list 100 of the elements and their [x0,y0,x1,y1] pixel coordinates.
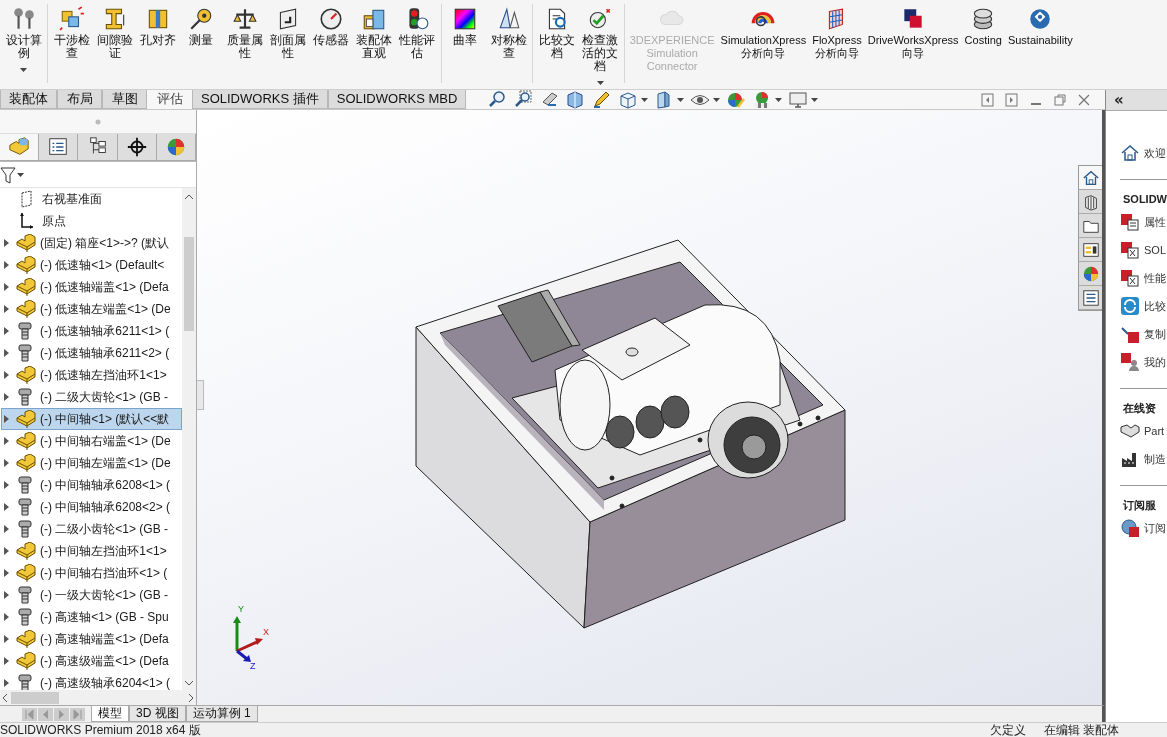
tree-label: (-) 低速轴端盖<1> (Defa [40,278,169,296]
section-title: SOLIDW [1123,192,1167,207]
tab[interactable]: SOLIDWORKS MBD [327,90,467,109]
palette-icon [1082,240,1100,259]
ribbon-button[interactable]: 性能评估 [395,4,439,62]
tree-item[interactable]: (-) 低速轴端盖<1> (Defa [1,276,182,298]
tree-item[interactable]: (-) 中间轴右挡油环<1> ( [1,562,182,584]
tree-item[interactable]: (-) 低速轴左挡油环1<1> [1,364,182,386]
caret-icon [775,97,783,102]
tree-label: (-) 二级大齿轮<1> (GB - [40,388,168,406]
task-link[interactable]: 属性 [1144,214,1166,230]
task-link[interactable]: 订阅 [1144,520,1166,536]
task-pane-tab[interactable] [1079,166,1102,190]
panel-tab[interactable] [78,134,118,161]
tree-item[interactable]: (-) 低速轴<1> (Default< [1,254,182,276]
block-icon [16,256,36,274]
close-icon[interactable] [1077,92,1091,107]
tab[interactable]: 布局 [57,90,102,109]
tab[interactable]: 运动算例 1 [185,706,258,722]
ribbon-button[interactable]: 比较文档 [535,4,579,62]
ribbon-button[interactable]: 测量 [179,4,223,49]
ribbon-button[interactable]: 装配体直观 [352,4,396,62]
scroll-down-icon[interactable] [185,681,193,686]
tree-item[interactable]: 原点 [15,210,182,232]
ribbon-button[interactable]: 剖面属性 [266,4,310,62]
tree-item[interactable]: (-) 二级大齿轮<1> (GB - [1,386,182,408]
block-icon [16,300,36,318]
tree-label: (-) 高速轴端盖<1> (Defa [40,630,169,648]
ribbon-button[interactable]: 设计算例 [2,4,46,74]
expand-arrow-icon [4,657,9,665]
tab[interactable]: 3D 视图 [129,706,186,722]
ribbon-button[interactable]: 曲率 [443,4,488,49]
tree-item[interactable]: (-) 中间轴轴承6208<2> ( [1,496,182,518]
tree-item[interactable]: (-) 高速级轴承6204<1> ( [1,672,182,690]
scroll-right-icon[interactable] [189,693,194,702]
ribbon-button[interactable]: 孔对齐 [136,4,180,49]
filter-icon[interactable] [0,165,16,184]
color-sphere-icon[interactable] [726,90,747,109]
panel-tab[interactable] [39,134,79,161]
block-icon [16,542,36,560]
tree-item[interactable]: (-) 一级大齿轮<1> (GB - [1,584,182,606]
tree-item[interactable]: (-) 高速轴<1> (GB - Spu [1,606,182,628]
section-title: 订阅服 [1123,497,1157,513]
grip-icon[interactable] [95,118,101,125]
scroll-left-icon[interactable] [2,693,7,702]
welcome-link[interactable]: 欢迎 [1144,145,1166,161]
status-text: 在编辑 装配体 [1043,723,1119,737]
document-cube-icon [1120,240,1140,260]
ribbon-button[interactable]: 质量属性 [222,4,267,62]
ribbon-button[interactable]: 对称检查 [487,4,531,62]
tree-item[interactable]: (-) 低速轴轴承6211<1> ( [1,320,182,342]
restore-icon[interactable] [1053,92,1067,107]
tree-item[interactable]: (-) 高速轴端盖<1> (Defa [1,628,182,650]
tab[interactable]: 模型 [91,706,129,722]
task-link[interactable]: SOL [1144,244,1166,256]
tree-item[interactable]: (-) 中间轴右端盖<1> (De [1,430,182,452]
ribbon-button[interactable]: SimulationXpress 分析向导 [717,4,810,62]
scroll-up-icon[interactable] [185,194,193,199]
pane-left-icon[interactable] [981,92,995,107]
task-link[interactable]: 复制 [1144,326,1166,342]
block-icon [16,366,36,384]
monitor-icon[interactable] [788,90,809,109]
caret-icon [17,172,24,177]
task-link[interactable]: 性能 [1144,270,1166,286]
expand-arrow-icon [4,437,9,445]
ribbon-button[interactable]: DriveWorksXpress 向导 [864,4,962,62]
tree-item[interactable]: (-) 二级小齿轮<1> (GB - [1,518,182,540]
cube-icon[interactable] [618,90,639,109]
tree-item[interactable]: (-) 中间轴左端盖<1> (De [1,452,182,474]
splitter-handle[interactable] [197,380,204,410]
ribbon-button[interactable]: 间隙验证 [93,4,137,62]
ribbon-button[interactable]: Costing [961,4,1005,49]
zoom-area-icon[interactable] [514,90,535,109]
ribbon-button[interactable]: FloXpress 分析向导 [809,4,865,62]
scroll-thumb[interactable] [184,237,194,331]
tree-item[interactable]: (-) 高速级端盖<1> (Defa [1,650,182,672]
tab[interactable]: 装配体 [0,90,57,109]
tab[interactable]: 草图 [102,90,147,109]
ribbon-button[interactable]: 干涉检查 [50,4,94,62]
tree-item[interactable]: (-) 中间轴轴承6208<1> ( [1,474,182,496]
task-link[interactable]: 比较 [1144,298,1166,314]
tree-item[interactable]: (-) 低速轴轴承6211<2> ( [1,342,182,364]
library-icon [1082,192,1100,211]
task-link[interactable]: Part [1144,425,1165,437]
expand-arrow-icon [4,415,9,423]
task-link[interactable]: 制造 [1144,451,1166,467]
ribbon-button[interactable]: Sustainability [1004,4,1076,49]
task-link[interactable]: 我的 [1144,354,1166,370]
tree-item[interactable]: (-) 中间轴<1> (默认<<默 [1,408,182,430]
ribbon-button[interactable]: 检查激活的文档 [578,4,622,87]
tree-item[interactable]: (-) 中间轴左挡油环1<1> [1,540,182,562]
panel-tab[interactable] [117,134,157,161]
scroll-thumb[interactable] [11,691,59,704]
tree-item[interactable]: (-) 低速轴左端盖<1> (De [1,298,182,320]
collapse-button[interactable]: « [1114,92,1124,108]
tab[interactable]: SOLIDWORKS 插件 [192,90,328,109]
tree-item[interactable]: 右视基准面 [15,188,182,210]
tree-item[interactable]: (固定) 箱座<1>->? (默认 [1,232,182,254]
ribbon-button[interactable]: 传感器 [309,4,353,49]
pane-right-icon[interactable] [1005,92,1019,107]
